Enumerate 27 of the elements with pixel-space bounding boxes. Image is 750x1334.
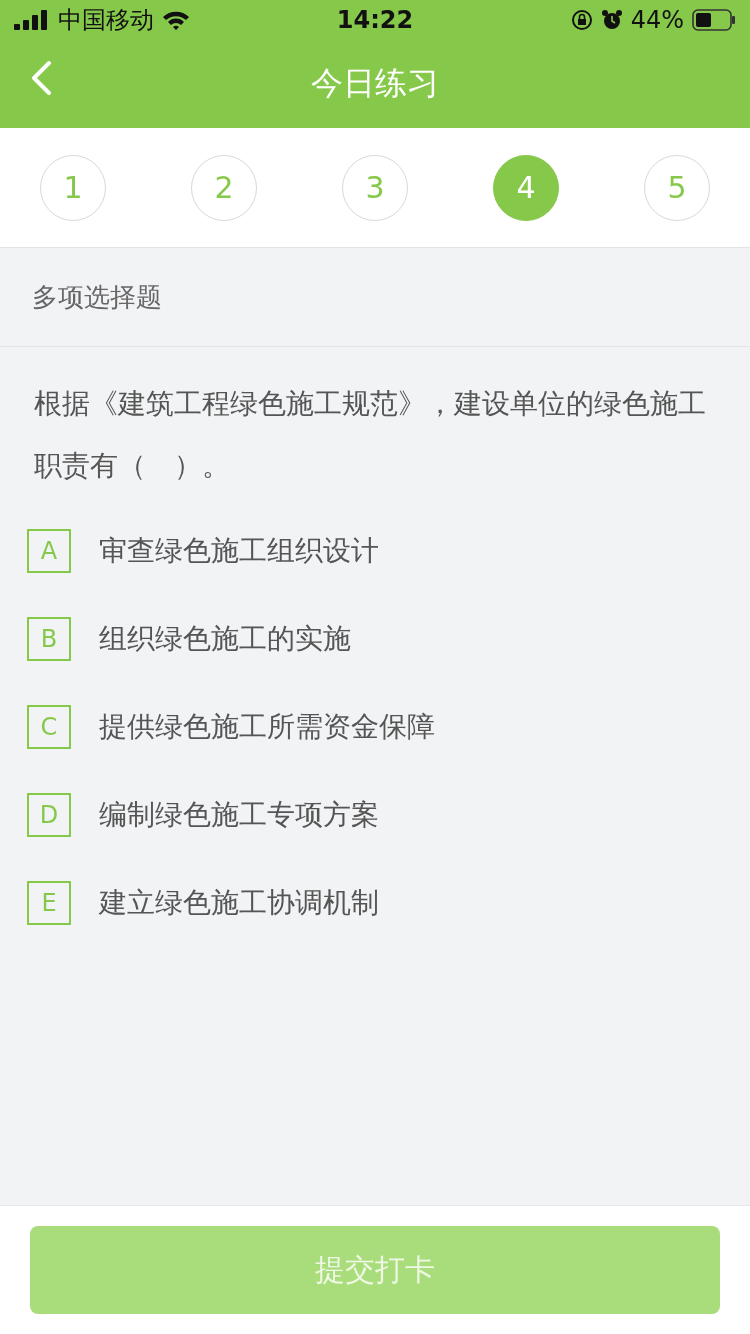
option-letter[interactable]: B bbox=[27, 617, 71, 661]
question-text: 根据《建筑工程绿色施工规范》，建设单位的绿色施工职责有（ ）。 bbox=[33, 386, 707, 484]
back-icon bbox=[30, 59, 52, 96]
option-text[interactable]: 编制绿色施工专项方案 bbox=[99, 796, 379, 834]
question-number-tab[interactable]: 2 bbox=[191, 154, 257, 221]
option-text[interactable]: 建立绿色施工协调机制 bbox=[99, 884, 379, 922]
question-number-tab[interactable]: 5 bbox=[644, 154, 710, 221]
battery-icon bbox=[692, 9, 736, 31]
carrier-name: 中国移动 bbox=[58, 5, 154, 36]
option-letter[interactable]: A bbox=[27, 529, 71, 573]
question-type: 多项选择题 bbox=[32, 280, 162, 314]
alarm-icon bbox=[600, 9, 623, 31]
rotation-lock-icon bbox=[570, 9, 593, 31]
signal-icon bbox=[14, 10, 50, 30]
wifi-icon bbox=[162, 10, 190, 30]
status-time: 14:22 bbox=[336, 6, 414, 34]
question-number-tab[interactable]: 3 bbox=[342, 154, 408, 221]
battery-percent: 44% bbox=[630, 6, 684, 34]
page-title: 今日练习 bbox=[311, 63, 439, 104]
option-text[interactable]: 提供绿色施工所需资金保障 bbox=[99, 708, 435, 746]
question-number-tab[interactable]: 4 bbox=[493, 154, 559, 221]
question-number-tab[interactable]: 1 bbox=[40, 154, 106, 221]
option-letter[interactable]: E bbox=[27, 881, 71, 925]
option-letter[interactable]: D bbox=[27, 793, 71, 837]
option-text[interactable]: 审查绿色施工组织设计 bbox=[99, 532, 379, 570]
option-letter[interactable]: C bbox=[27, 705, 71, 749]
option-text[interactable]: 组织绿色施工的实施 bbox=[99, 620, 351, 658]
